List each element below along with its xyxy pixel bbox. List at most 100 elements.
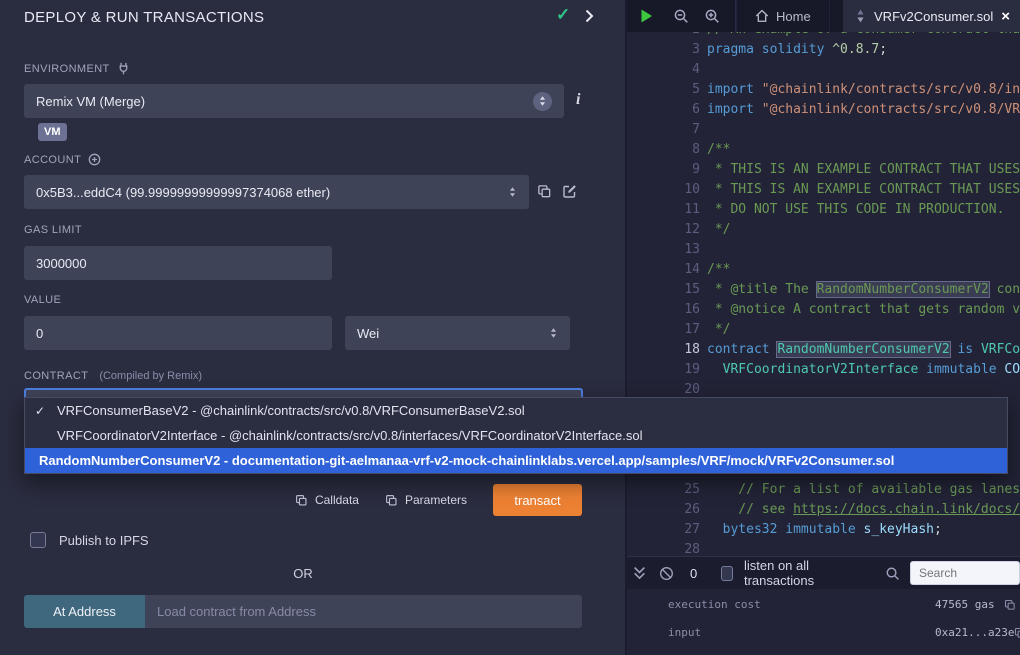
select-caret-icon	[549, 327, 558, 339]
value-input[interactable]	[24, 316, 332, 350]
contract-option-label: RandomNumberConsumerV2 - documentation-g…	[39, 453, 894, 468]
publish-ipfs-checkbox[interactable]	[30, 532, 46, 548]
code-text: /**	[700, 260, 730, 280]
parameters-label: Parameters	[405, 493, 467, 507]
code-line[interactable]: 2// An example of a consumer contract th…	[627, 32, 1020, 40]
code-line[interactable]: 16 * @notice A contract that gets random…	[627, 300, 1020, 320]
code-line[interactable]: 17 */	[627, 320, 1020, 340]
code-line[interactable]: 18contract RandomNumberConsumerV2 is VRF…	[627, 340, 1020, 360]
clipboard-icon	[385, 494, 398, 507]
code-text: * @title The RandomNumberConsumerV2 cont…	[700, 280, 1020, 300]
or-divider-label: OR	[293, 566, 313, 581]
terminal-search-input[interactable]	[910, 561, 1020, 585]
transaction-details: execution cost47565 gas input0xa21...a23e	[627, 598, 1020, 639]
code-text: // An example of a consumer contract tha…	[700, 32, 1020, 40]
run-script-play-icon[interactable]	[639, 8, 654, 24]
code-text: * THIS IS AN EXAMPLE CONTRACT THAT USES …	[700, 180, 1020, 200]
copy-icon[interactable]	[1014, 627, 1020, 639]
zoom-out-icon[interactable]	[673, 8, 689, 24]
environment-select[interactable]: Remix VM (Merge)	[24, 84, 564, 118]
tx-detail-value: 47565 gas	[935, 598, 995, 611]
info-icon[interactable]: i	[576, 91, 580, 109]
code-line[interactable]: 25 // For a list of available gas lanes …	[627, 480, 1020, 500]
plus-circle-icon[interactable]	[88, 153, 101, 166]
select-caret-icon	[533, 92, 552, 111]
publish-ipfs-label: Publish to IPFS	[59, 533, 149, 548]
code-line[interactable]: 3pragma solidity ^0.8.7;	[627, 40, 1020, 60]
line-number: 11	[627, 200, 700, 220]
code-text	[700, 60, 707, 80]
contract-option[interactable]: RandomNumberConsumerV2 - documentation-g…	[25, 448, 1007, 473]
line-number: 14	[627, 260, 700, 280]
value-unit: Wei	[357, 326, 549, 341]
chevron-right-icon[interactable]	[585, 9, 594, 23]
calldata-label: Calldata	[315, 493, 359, 507]
copy-account-icon[interactable]	[537, 184, 552, 199]
code-line[interactable]: 4	[627, 60, 1020, 80]
deploy-run-panel: DEPLOY & RUN TRANSACTIONS ✓ ENVIRONMENT …	[0, 0, 627, 655]
terminal-output[interactable]: execution cost47565 gas input0xa21...a23e	[627, 589, 1020, 655]
tx-detail-row: execution cost47565 gas	[668, 598, 1016, 611]
tx-detail-row: input0xa21...a23e	[668, 626, 1016, 639]
code-text: * @notice A contract that gets random va…	[700, 300, 1020, 320]
tx-detail-label: execution cost	[668, 598, 935, 611]
line-number: 8	[627, 140, 700, 160]
code-line[interactable]: 26 // see https://docs.chain.link/docs/v…	[627, 500, 1020, 520]
code-line[interactable]: 7	[627, 120, 1020, 140]
code-line[interactable]: 12 */	[627, 220, 1020, 240]
environment-value: Remix VM (Merge)	[36, 94, 533, 109]
listen-all-checkbox[interactable]	[721, 566, 733, 581]
code-line[interactable]: 10 * THIS IS AN EXAMPLE CONTRACT THAT US…	[627, 180, 1020, 200]
at-address-button[interactable]: At Address	[24, 595, 145, 628]
clear-console-icon[interactable]	[659, 566, 674, 581]
tx-detail-label: input	[668, 626, 935, 639]
at-address-input[interactable]	[145, 595, 582, 628]
tab-file-active[interactable]: VRFv2Consumer.sol ×	[843, 0, 1020, 32]
account-label: ACCOUNT	[24, 154, 81, 166]
tab-home-label: Home	[776, 9, 811, 24]
expand-terminal-icon[interactable]	[633, 566, 646, 580]
line-number: 27	[627, 520, 700, 540]
tx-detail-value: 0xa21...a23e	[935, 626, 1014, 639]
contract-option[interactable]: ✓VRFConsumerBaseV2 - @chainlink/contract…	[25, 398, 1007, 423]
line-number: 26	[627, 500, 700, 520]
transact-button[interactable]: transact	[493, 484, 582, 516]
code-line[interactable]: 19 VRFCoordinatorV2Interface immutable C…	[627, 360, 1020, 380]
contract-dropdown: ✓VRFConsumerBaseV2 - @chainlink/contract…	[24, 397, 1008, 474]
search-icon	[885, 566, 900, 581]
copy-icon[interactable]	[1004, 599, 1016, 611]
code-line[interactable]: 8/**	[627, 140, 1020, 160]
code-line[interactable]: 6import "@chainlink/contracts/src/v0.8/V…	[627, 100, 1020, 120]
gas-limit-input[interactable]	[24, 246, 332, 280]
clipboard-icon	[295, 494, 308, 507]
contract-option[interactable]: VRFCoordinatorV2Interface - @chainlink/c…	[25, 423, 1007, 448]
zoom-in-icon[interactable]	[704, 8, 720, 24]
select-caret-icon	[508, 186, 517, 198]
code-text: */	[700, 220, 730, 240]
plug-icon	[117, 62, 130, 75]
code-line[interactable]: 5import "@chainlink/contracts/src/v0.8/i…	[627, 80, 1020, 100]
code-line[interactable]: 15 * @title The RandomNumberConsumerV2 c…	[627, 280, 1020, 300]
line-number: 13	[627, 240, 700, 260]
code-line[interactable]: 28	[627, 540, 1020, 556]
line-number: 17	[627, 320, 700, 340]
contract-label: CONTRACT	[24, 370, 88, 382]
edit-account-icon[interactable]	[562, 183, 578, 199]
code-text: bytes32 immutable s_keyHash;	[700, 520, 942, 540]
remix-ide: DEPLOY & RUN TRANSACTIONS ✓ ENVIRONMENT …	[0, 0, 1020, 655]
tab-home[interactable]: Home	[736, 0, 830, 32]
code-line[interactable]: 13	[627, 240, 1020, 260]
home-icon	[755, 9, 769, 23]
parameters-button[interactable]: Parameters	[385, 493, 467, 507]
code-line[interactable]: 11 * DO NOT USE THIS CODE IN PRODUCTION.	[627, 200, 1020, 220]
code-line[interactable]: 27 bytes32 immutable s_keyHash;	[627, 520, 1020, 540]
code-line[interactable]: 14/**	[627, 260, 1020, 280]
account-select[interactable]: 0x5B3...eddC4 (99.99999999999997374068 e…	[24, 175, 529, 209]
value-unit-select[interactable]: Wei	[345, 316, 570, 350]
line-number: 9	[627, 160, 700, 180]
close-tab-icon[interactable]: ×	[1001, 9, 1010, 24]
line-number: 7	[627, 120, 700, 140]
code-line[interactable]: 9 * THIS IS AN EXAMPLE CONTRACT THAT USE…	[627, 160, 1020, 180]
code-editor[interactable]: 2// An example of a consumer contract th…	[627, 32, 1020, 556]
calldata-button[interactable]: Calldata	[295, 493, 359, 507]
